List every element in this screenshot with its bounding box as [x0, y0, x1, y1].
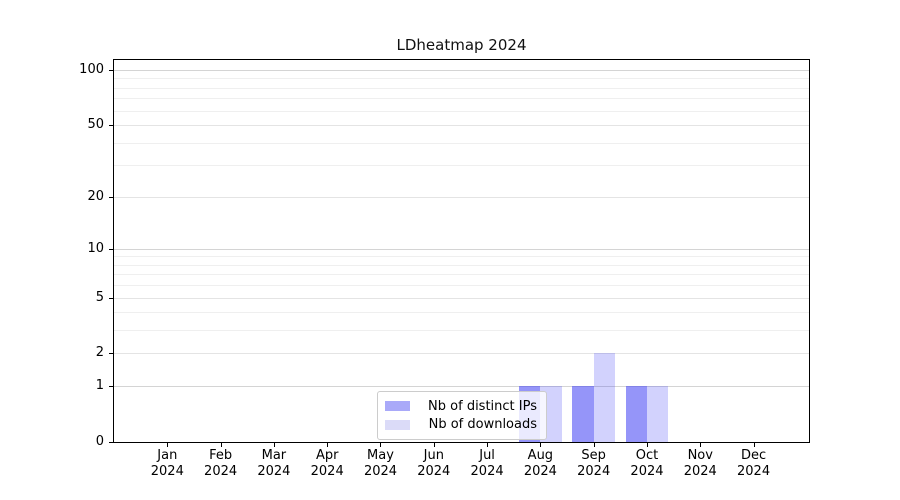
month-name: Mar	[244, 448, 304, 464]
x-tick-mar	[274, 443, 275, 447]
month-year: 2024	[564, 464, 624, 480]
y-tick-5	[109, 298, 114, 299]
y-tick-2	[109, 353, 114, 354]
bar-nb-of-distinct-ips-sep	[572, 386, 593, 442]
x-tick-label-feb: Feb2024	[191, 448, 251, 480]
plot-area	[113, 59, 810, 443]
month-year: 2024	[137, 464, 197, 480]
x-tick-jan	[167, 443, 168, 447]
month-name: Apr	[297, 448, 357, 464]
month-year: 2024	[404, 464, 464, 480]
month-name: Feb	[191, 448, 251, 464]
month-name: Nov	[670, 448, 730, 464]
month-year: 2024	[191, 464, 251, 480]
x-tick-feb	[221, 443, 222, 447]
x-tick-may	[380, 443, 381, 447]
gridline-1	[114, 386, 809, 387]
x-tick-label-dec: Dec2024	[724, 448, 784, 480]
gridline-10	[114, 249, 809, 250]
month-name: Jan	[137, 448, 197, 464]
x-tick-label-jan: Jan2024	[137, 448, 197, 480]
month-year: 2024	[244, 464, 304, 480]
y-tick-label-0: 0	[56, 434, 104, 450]
y-tick-label-50: 50	[56, 117, 104, 133]
x-tick-apr	[327, 443, 328, 447]
plot-canvas	[114, 60, 809, 442]
gridline-70	[114, 98, 809, 99]
y-tick-100	[109, 70, 114, 71]
gridline-40	[114, 143, 809, 144]
legend-item-distinct-ips: Nb of distinct IPs	[385, 397, 537, 415]
month-year: 2024	[350, 464, 410, 480]
month-year: 2024	[510, 464, 570, 480]
bar-nb-of-downloads-sep	[594, 353, 615, 442]
gridline-7	[114, 274, 809, 275]
y-tick-50	[109, 125, 114, 126]
legend-item-downloads: Nb of downloads	[385, 416, 537, 434]
x-tick-dec	[754, 443, 755, 447]
month-name: Dec	[724, 448, 784, 464]
y-tick-label-10: 10	[56, 241, 104, 257]
bar-nb-of-distinct-ips-oct	[626, 386, 647, 442]
x-tick-nov	[700, 443, 701, 447]
month-year: 2024	[297, 464, 357, 480]
month-year: 2024	[724, 464, 784, 480]
x-tick-aug	[540, 443, 541, 447]
x-tick-label-mar: Mar2024	[244, 448, 304, 480]
legend-swatch-downloads	[385, 420, 410, 430]
month-year: 2024	[670, 464, 730, 480]
gridline-80	[114, 88, 809, 89]
y-tick-20	[109, 197, 114, 198]
y-tick-1	[109, 386, 114, 387]
gridline-6	[114, 285, 809, 286]
y-tick-10	[109, 249, 114, 250]
gridline-30	[114, 165, 809, 166]
x-tick-label-sep: Sep2024	[564, 448, 624, 480]
legend-swatch-distinct-ips	[385, 401, 410, 411]
y-tick-label-20: 20	[56, 189, 104, 205]
x-tick-jul	[487, 443, 488, 447]
month-name: Jun	[404, 448, 464, 464]
x-tick-label-apr: Apr2024	[297, 448, 357, 480]
month-name: May	[350, 448, 410, 464]
x-tick-label-jul: Jul2024	[457, 448, 517, 480]
y-tick-0	[109, 442, 114, 443]
y-tick-label-100: 100	[56, 62, 104, 78]
gridline-100	[114, 70, 809, 71]
legend: Nb of distinct IPs Nb of downloads	[377, 391, 547, 440]
gridline-50	[114, 125, 809, 126]
gridline-20	[114, 197, 809, 198]
month-year: 2024	[617, 464, 677, 480]
gridline-3	[114, 330, 809, 331]
gridline-90	[114, 78, 809, 79]
bar-nb-of-downloads-oct	[647, 386, 668, 442]
chart-title: LDheatmap 2024	[113, 36, 810, 54]
y-tick-label-5: 5	[56, 290, 104, 306]
month-year: 2024	[457, 464, 517, 480]
month-name: Sep	[564, 448, 624, 464]
x-tick-oct	[647, 443, 648, 447]
y-tick-label-2: 2	[56, 345, 104, 361]
legend-label-downloads: Nb of downloads	[419, 417, 537, 432]
x-tick-label-jun: Jun2024	[404, 448, 464, 480]
gridline-60	[114, 111, 809, 112]
gridline-4	[114, 312, 809, 313]
gridline-9	[114, 256, 809, 257]
gridline-5	[114, 298, 809, 299]
x-tick-jun	[434, 443, 435, 447]
x-tick-sep	[594, 443, 595, 447]
month-name: Oct	[617, 448, 677, 464]
y-tick-label-1: 1	[56, 378, 104, 394]
x-tick-label-aug: Aug2024	[510, 448, 570, 480]
chart-figure: LDheatmap 2024 0125102050100Jan2024Feb20…	[0, 0, 900, 500]
x-tick-label-nov: Nov2024	[670, 448, 730, 480]
gridline-2	[114, 353, 809, 354]
gridline-8	[114, 265, 809, 266]
x-tick-label-oct: Oct2024	[617, 448, 677, 480]
month-name: Jul	[457, 448, 517, 464]
x-tick-label-may: May2024	[350, 448, 410, 480]
month-name: Aug	[510, 448, 570, 464]
legend-label-distinct-ips: Nb of distinct IPs	[419, 399, 537, 414]
